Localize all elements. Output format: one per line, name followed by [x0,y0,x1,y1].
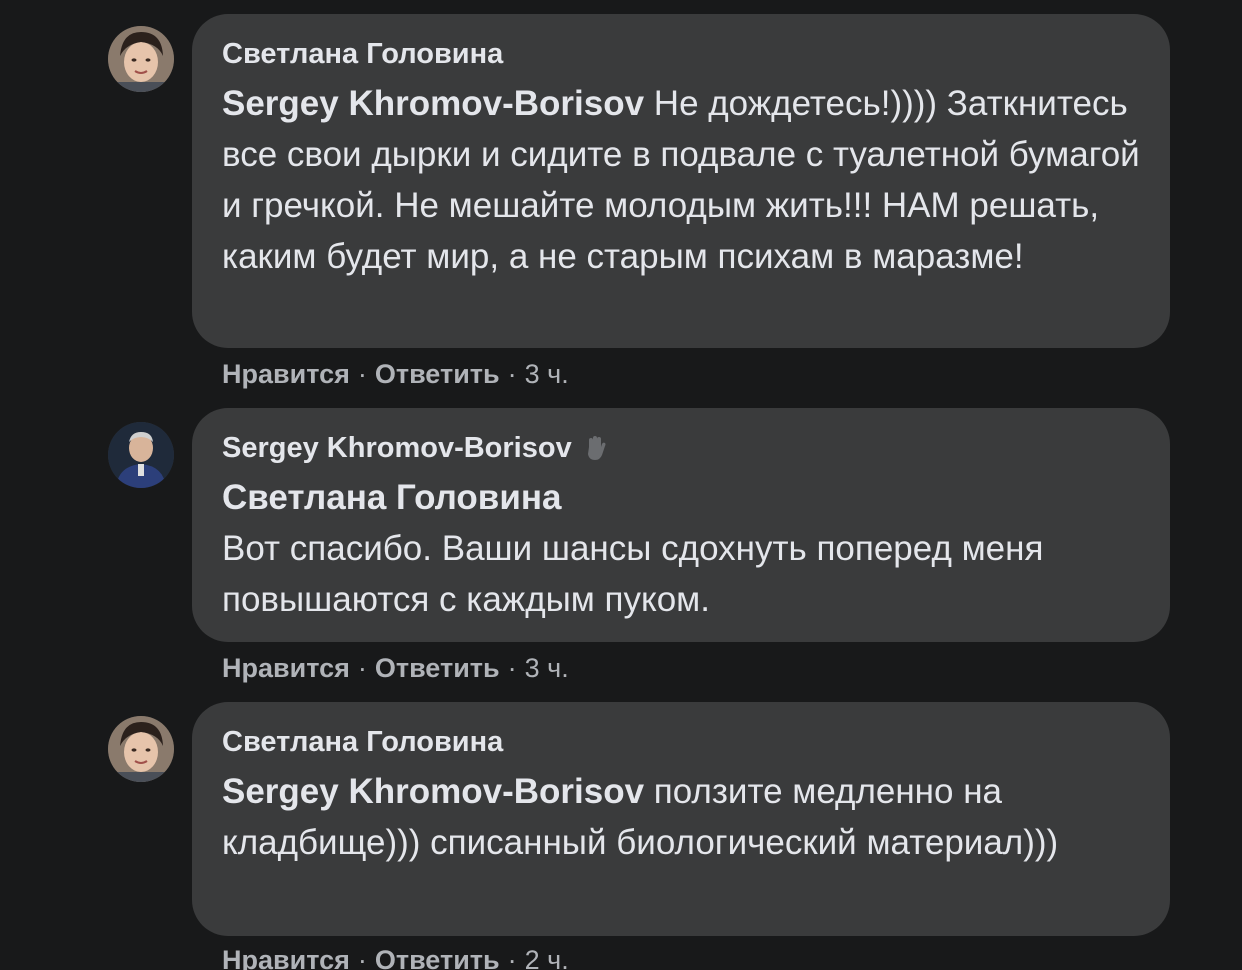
comment-actions: Нравится · Ответить · 3 ч. [222,653,569,683]
comment-actions: Нравится · Ответить · 2 ч. [222,944,569,970]
comment-thread: Светлана Головина Sergey Khromov-Borisov… [0,0,1242,970]
comment-text: Sergey Khromov-Borisov ползите медленно … [222,772,1059,862]
like-button[interactable]: Нравится [222,945,350,970]
mention-link[interactable]: Sergey Khromov-Borisov [222,84,644,123]
avatar[interactable] [108,26,174,92]
comment-author[interactable]: Светлана Головина [222,36,1140,72]
comment-actions: Нравится · Ответить · 3 ч. [222,359,569,389]
mention-link[interactable]: Sergey Khromov-Borisov [222,772,644,811]
comment-author[interactable]: Sergey Khromov-Borisov [222,430,1140,466]
woman-avatar-icon [108,26,174,92]
comment-time[interactable]: 2 ч. [525,945,569,970]
comment-time[interactable]: 3 ч. [525,653,569,683]
comment-text: Светлана Головина Вот спасибо. Ваши шансы… [222,472,1140,625]
mention-link[interactable]: Светлана Головина [222,472,1140,523]
comment-bubble: Светлана Головина Sergey Khromov-Borisov… [192,702,1170,936]
comment-author[interactable]: Светлана Головина [222,724,1140,760]
reply-button[interactable]: Ответить [375,653,500,683]
man-avatar-icon [108,422,174,488]
like-button[interactable]: Нравится [222,653,350,683]
comment-text: Sergey Khromov-Borisov Не дождетесь!))))… [222,84,1140,276]
woman-avatar-icon [108,716,174,782]
avatar[interactable] [108,422,174,488]
comment-bubble: Sergey Khromov-Borisov Светлана Головина… [192,408,1170,642]
comment-time[interactable]: 3 ч. [525,359,569,389]
reply-button[interactable]: Ответить [375,359,500,389]
avatar[interactable] [108,716,174,782]
wave-hand-icon [580,433,610,463]
reply-button[interactable]: Ответить [375,945,500,970]
like-button[interactable]: Нравится [222,359,350,389]
comment-bubble: Светлана Головина Sergey Khromov-Borisov… [192,14,1170,348]
